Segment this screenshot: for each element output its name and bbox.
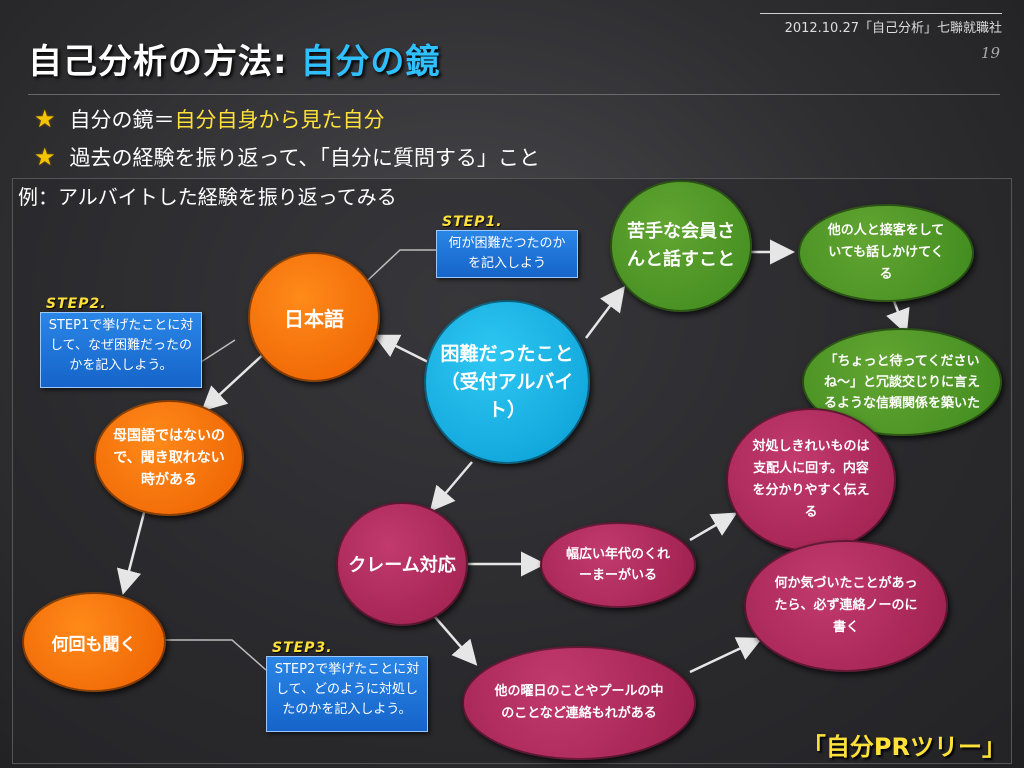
node-yobi: 他の曜日のことやプールの中のことなど連絡もれがある xyxy=(462,646,696,760)
arrow-claim-yobi xyxy=(434,616,478,666)
node-nankai: 何回も聞く xyxy=(22,592,166,692)
arrow-center-claim xyxy=(429,461,473,512)
step3-label: STEP3. xyxy=(272,640,333,656)
step3-note: STEP2で挙げたことに対して、どのように対処したのかを記入しよう。 xyxy=(266,656,428,732)
node-taisho-label: 対処しきれいものは支配人に回す。内容を分かりやすく伝える xyxy=(752,439,870,520)
node-nihongo-label: 日本語 xyxy=(284,306,344,331)
arrow-center-nigate xyxy=(585,286,625,339)
node-claim-label: クレーム対応 xyxy=(348,555,456,576)
node-claim: クレーム対応 xyxy=(336,502,468,626)
node-habahiroi-label: 幅広い年代のくれーまーがいる xyxy=(565,547,670,583)
node-nankai-label: 何回も聞く xyxy=(51,634,137,655)
footer-pr-tree: 「自分PRツリー」 xyxy=(801,733,1006,761)
node-chotto-label: 「ちょっと待ってくださいね〜」と冗談交じりに言えるような信頼関係を築いた xyxy=(824,353,981,411)
node-nanika: 何か気づいたことがあったら、必ず連絡ノーのに書く xyxy=(744,540,948,672)
leader-step3 xyxy=(164,639,267,671)
node-nigate: 苦手な会員さんと話すこと xyxy=(610,180,752,312)
arrow-habahiroi-taisho xyxy=(689,512,738,542)
node-bokokugo: 母国語ではないので、聞き取れない時がある xyxy=(94,400,244,516)
node-taisho: 対処しきれいものは支配人に回す。内容を分かりやすく伝える xyxy=(726,408,896,552)
node-yobi-label: 他の曜日のことやプールの中のことなど連絡もれがある xyxy=(494,684,664,721)
node-hoka: 他の人と接客をしていても話しかけてくる xyxy=(798,204,974,302)
node-nihongo: 日本語 xyxy=(248,252,380,382)
leader-step1 xyxy=(367,249,436,281)
arrow-bokokugo-nankai xyxy=(116,504,148,595)
step2-note: STEP1で挙げたことに対して、なぜ困難だったのかを記入しよう。 xyxy=(40,312,202,388)
arrow-yobi-nanika xyxy=(689,637,763,674)
node-bokokugo-label: 母国語ではないので、聞き取れない時がある xyxy=(113,428,225,488)
leader-step2 xyxy=(200,339,236,363)
arrow-nihongo-bokokugo xyxy=(201,349,269,412)
step1-label: STEP1. xyxy=(442,214,503,230)
node-nanika-label: 何か気づいたことがあったら、必ず連絡ノーのに書く xyxy=(774,576,918,635)
step1-note: 何が困難だつたのかを記入しよう xyxy=(436,230,578,278)
step2-label: STEP2. xyxy=(46,296,107,312)
arrow-center-nihongo xyxy=(373,334,429,364)
node-center: 困難だったこと（受付アルバイト） xyxy=(424,300,590,464)
node-nigate-label: 苦手な会員さんと話すこと xyxy=(627,221,735,270)
node-hoka-label: 他の人と接客をしていても話しかけてくる xyxy=(827,223,945,282)
node-habahiroi: 幅広い年代のくれーまーがいる xyxy=(540,522,696,608)
node-center-label: 困難だったこと（受付アルバイト） xyxy=(440,343,574,421)
